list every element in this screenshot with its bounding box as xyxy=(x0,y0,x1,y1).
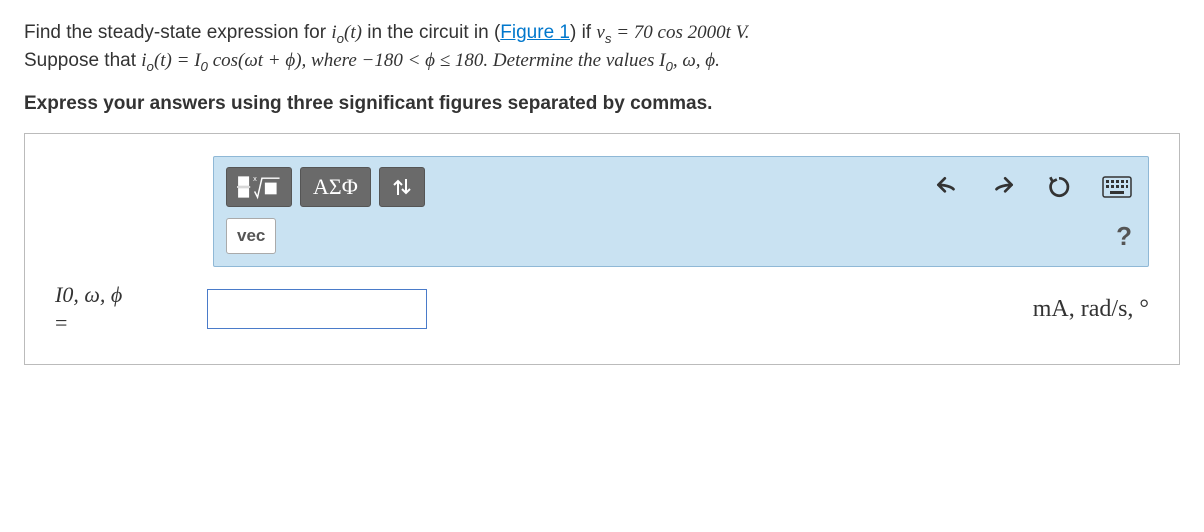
keyboard-icon xyxy=(1102,176,1132,198)
problem-statement: Find the steady-state expression for io(… xyxy=(24,20,1180,77)
help-button[interactable]: ? xyxy=(1112,217,1136,256)
undo-button[interactable] xyxy=(930,170,964,204)
subscript-superscript-button[interactable] xyxy=(379,167,425,207)
redo-icon xyxy=(990,174,1016,200)
reset-icon xyxy=(1046,174,1072,200)
svg-text:x: x xyxy=(253,174,257,183)
equation-toolbar: x ΑΣΦ xyxy=(213,156,1149,267)
units-label: mA, rad/s, ° xyxy=(1033,296,1149,323)
undo-icon xyxy=(934,174,960,200)
fraction-root-icon: x xyxy=(237,173,281,201)
reset-button[interactable] xyxy=(1042,170,1076,204)
keyboard-button[interactable] xyxy=(1098,172,1136,202)
updown-arrows-icon xyxy=(390,175,414,199)
redo-button[interactable] xyxy=(986,170,1020,204)
answer-input[interactable] xyxy=(207,289,427,329)
instruction-text: Express your answers using three signifi… xyxy=(24,93,1180,115)
figure-link[interactable]: Figure 1 xyxy=(500,22,570,43)
greek-symbols-button[interactable]: ΑΣΦ xyxy=(300,167,371,207)
vector-button[interactable]: vec xyxy=(226,218,276,254)
variable-label: I0, ω, ϕ = xyxy=(55,281,195,338)
answer-panel: x ΑΣΦ xyxy=(24,133,1180,365)
template-button[interactable]: x xyxy=(226,167,292,207)
